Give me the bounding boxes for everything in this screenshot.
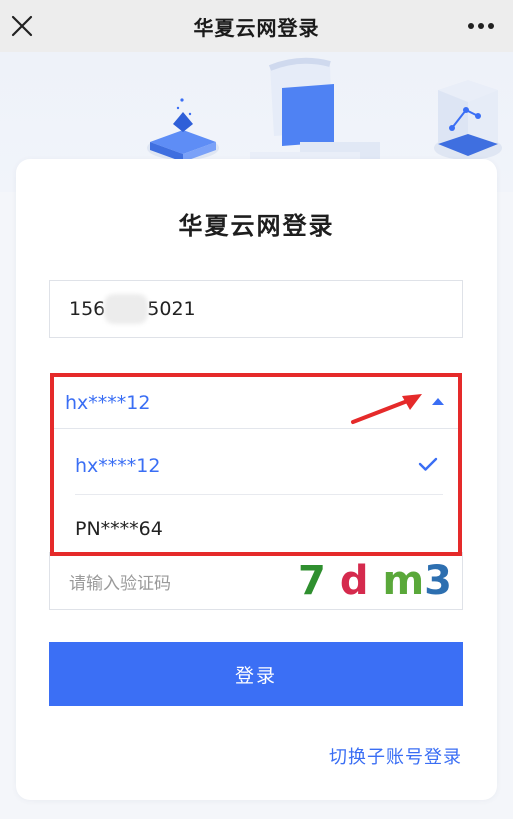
account-selected-label: hx****12 <box>65 391 151 414</box>
page-title: 华夏云网登录 <box>193 15 320 40</box>
captcha-image[interactable]: 7 d m 3 <box>292 558 458 604</box>
phone-prefix: 156 <box>69 298 106 320</box>
account-option-pn[interactable]: PN****64 <box>54 498 458 560</box>
account-option-hx[interactable]: hx****12 <box>54 435 458 497</box>
more-icon[interactable] <box>467 12 495 40</box>
captcha-input[interactable]: 请输入验证码 7 d m 3 <box>49 552 463 610</box>
captcha-char: 7 <box>297 558 326 604</box>
account-option-label: hx****12 <box>75 455 161 477</box>
phone-suffix: 5021 <box>147 298 196 320</box>
login-button[interactable]: 登录 <box>49 642 463 706</box>
account-option-label: PN****64 <box>75 518 163 540</box>
captcha-char: m <box>382 558 425 604</box>
phone-mask <box>104 294 149 324</box>
captcha-char: 3 <box>424 558 452 604</box>
card-title: 华夏云网登录 <box>178 212 335 240</box>
captcha-char: d <box>339 558 369 604</box>
close-icon[interactable] <box>8 12 36 40</box>
phone-input[interactable]: 156 5021 <box>49 280 463 338</box>
captcha-placeholder: 请输入验证码 <box>69 573 171 594</box>
divider <box>75 494 443 495</box>
top-bar: 华夏云网登录 <box>0 0 513 52</box>
check-icon <box>418 457 438 471</box>
annotation-arrow-icon <box>351 394 422 424</box>
caret-up-icon[interactable] <box>432 398 444 405</box>
switch-subaccount-link[interactable]: 切换子账号登录 <box>329 743 462 769</box>
